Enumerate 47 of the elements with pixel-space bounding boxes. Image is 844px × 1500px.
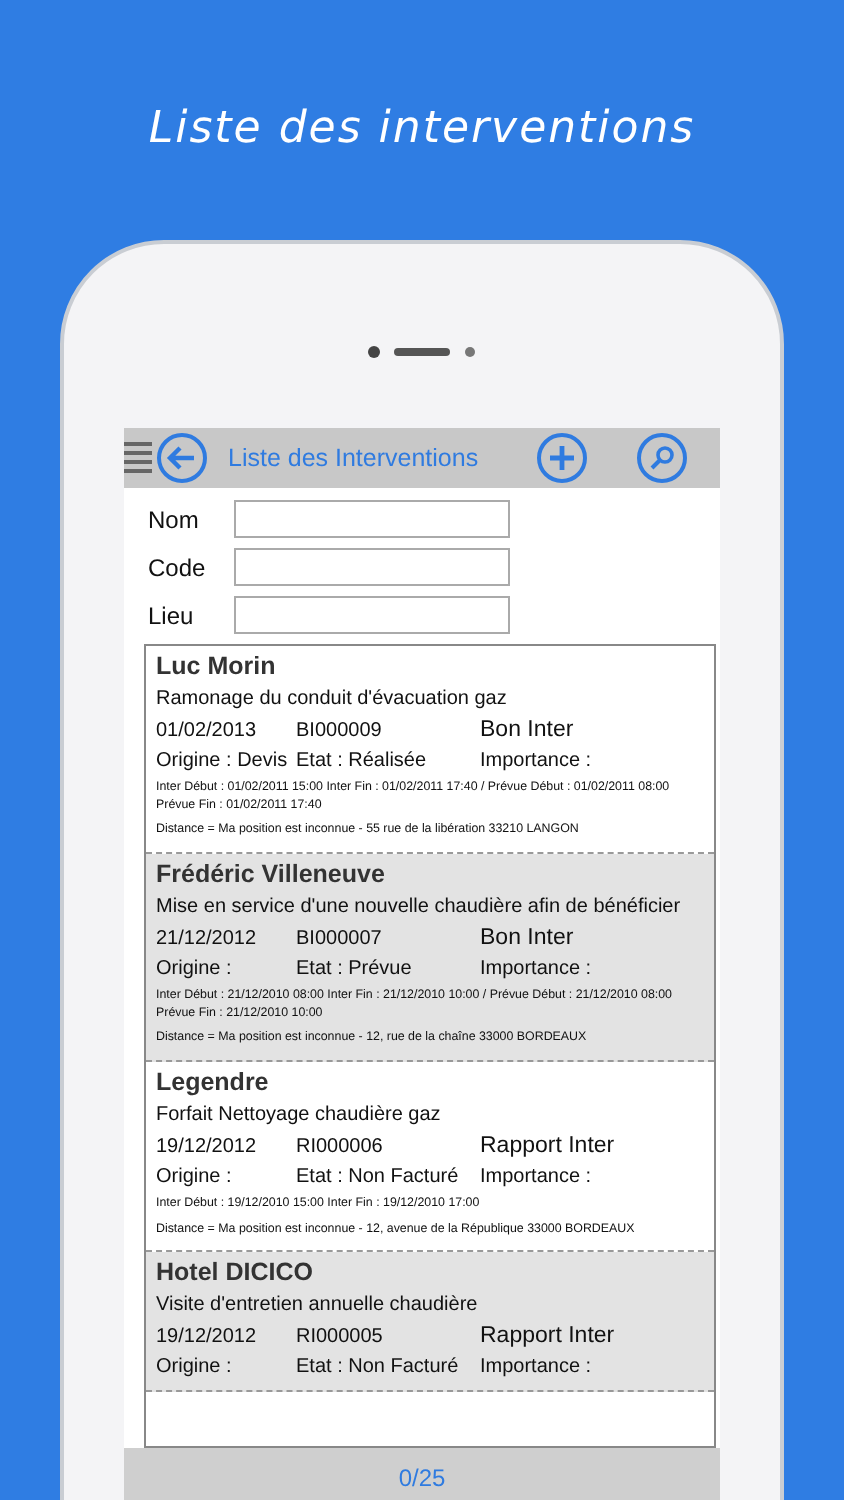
input-field[interactable]: [234, 596, 510, 634]
speaker-grille-icon: [366, 344, 478, 360]
intervention-description: Ramonage du conduit d'évacuation gaz: [156, 688, 509, 710]
intervention-type: Rapport Inter: [480, 1324, 617, 1349]
intervention-description: Visite d'entretien annuelle chaudière: [156, 1294, 480, 1317]
input-field[interactable]: [234, 548, 510, 586]
intervention-type: Bon Inter: [480, 718, 576, 742]
intervention-item[interactable]: Hotel DICICO Visite d'entretien annuelle chaudière 19/12/2012 RI000005 Rapport Inter Origine : Etat : Non Facturé Importance :: [146, 1252, 714, 1393]
intervention-importance: Importance :: [480, 1356, 594, 1379]
intervention-origin: Origine :: [156, 958, 234, 981]
client-name: Luc Morin: [156, 652, 278, 680]
intervention-description: Forfait Nettoyage chaudière gaz: [156, 1104, 443, 1127]
intervention-code: BI000007: [296, 928, 384, 951]
intervention-description: Mise en service d'une nouvelle chaudière afin de bénéficier: [156, 896, 683, 919]
intervention-type: Rapport Inter: [480, 1134, 617, 1159]
input-field[interactable]: [234, 500, 510, 538]
intervention-origin: Origine :: [156, 1166, 234, 1189]
page-counter: 0/25: [398, 1464, 446, 1496]
add-icon[interactable]: [536, 432, 588, 484]
intervention-origin: Origine :: [156, 1356, 234, 1379]
intervention-date: 01/02/2013: [156, 720, 259, 742]
nav-title: Liste des Interventions: [228, 444, 481, 472]
intervention-date: 19/12/2012: [156, 1326, 259, 1349]
intervention-status: Etat : Non Facturé: [296, 1166, 461, 1189]
intervention-origin: Origine : Devis: [156, 750, 290, 772]
menu-icon[interactable]: [124, 440, 152, 476]
intervention-code: RI000006: [296, 1136, 385, 1159]
intervention-importance: Importance :: [480, 1166, 594, 1189]
client-name: Hotel DICICO: [156, 1258, 315, 1287]
client-name: Frédéric Villeneuve: [156, 860, 387, 889]
client-name: Legendre: [156, 1068, 271, 1097]
intervention-date: 19/12/2012: [156, 1136, 259, 1159]
intervention-type: Bon Inter: [480, 926, 576, 951]
field-label: Nom: [148, 505, 201, 533]
intervention-importance: Importance :: [480, 958, 594, 981]
intervention-code: RI000005: [296, 1326, 385, 1349]
intervention-status: Etat : Prévue: [296, 958, 414, 981]
page-headline: Liste des interventions: [148, 104, 696, 158]
intervention-importance: Importance :: [480, 750, 594, 772]
intervention-code: BI000009: [296, 720, 384, 742]
intervention-status: Etat : Non Facturé: [296, 1356, 461, 1379]
intervention-status: Etat : Réalisée: [296, 750, 429, 772]
field-label: Code: [148, 553, 208, 581]
search-icon[interactable]: [636, 432, 688, 484]
field-label: Lieu: [148, 601, 196, 629]
intervention-date: 21/12/2012: [156, 928, 259, 951]
intervention-item[interactable]: [146, 854, 714, 1063]
